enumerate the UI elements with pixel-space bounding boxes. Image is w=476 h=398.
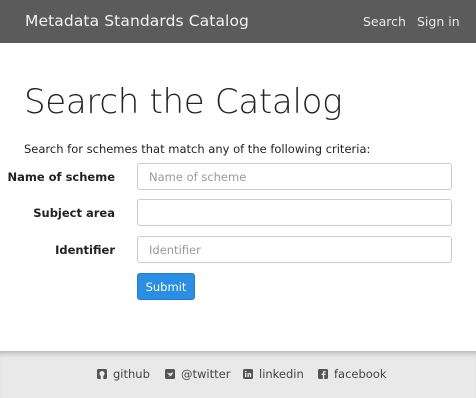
identifier-label: Identifier xyxy=(55,243,115,257)
name-of-scheme-label: Name of scheme xyxy=(7,170,115,184)
footer: github @twitter linkedin facebook xyxy=(0,351,476,398)
footer-link-github[interactable]: github xyxy=(97,367,150,381)
footer-link-linkedin[interactable]: linkedin xyxy=(243,367,304,381)
github-icon xyxy=(97,369,107,379)
top-navbar: Metadata Standards Catalog Search Sign i… xyxy=(0,0,476,43)
page-title: Search the Catalog xyxy=(24,82,343,122)
footer-link-label: @twitter xyxy=(181,367,231,381)
search-intro-text: Search for schemes that match any of the… xyxy=(24,142,371,156)
footer-link-facebook[interactable]: facebook xyxy=(318,367,387,381)
identifier-input[interactable] xyxy=(137,236,452,263)
nav-search-link[interactable]: Search xyxy=(363,14,406,29)
footer-link-label: github xyxy=(113,367,150,381)
name-of-scheme-input[interactable] xyxy=(137,163,452,190)
submit-button[interactable]: Submit xyxy=(137,273,195,300)
facebook-icon xyxy=(318,369,328,379)
twitter-icon xyxy=(165,369,175,379)
linkedin-icon xyxy=(243,369,253,379)
footer-link-twitter[interactable]: @twitter xyxy=(165,367,230,381)
brand-title[interactable]: Metadata Standards Catalog xyxy=(25,12,249,30)
subject-area-label: Subject area xyxy=(33,206,115,220)
footer-link-label: linkedin xyxy=(259,367,304,381)
nav-sign-in-link[interactable]: Sign in xyxy=(417,14,460,29)
subject-area-input[interactable] xyxy=(137,199,452,226)
footer-link-label: facebook xyxy=(334,367,387,381)
